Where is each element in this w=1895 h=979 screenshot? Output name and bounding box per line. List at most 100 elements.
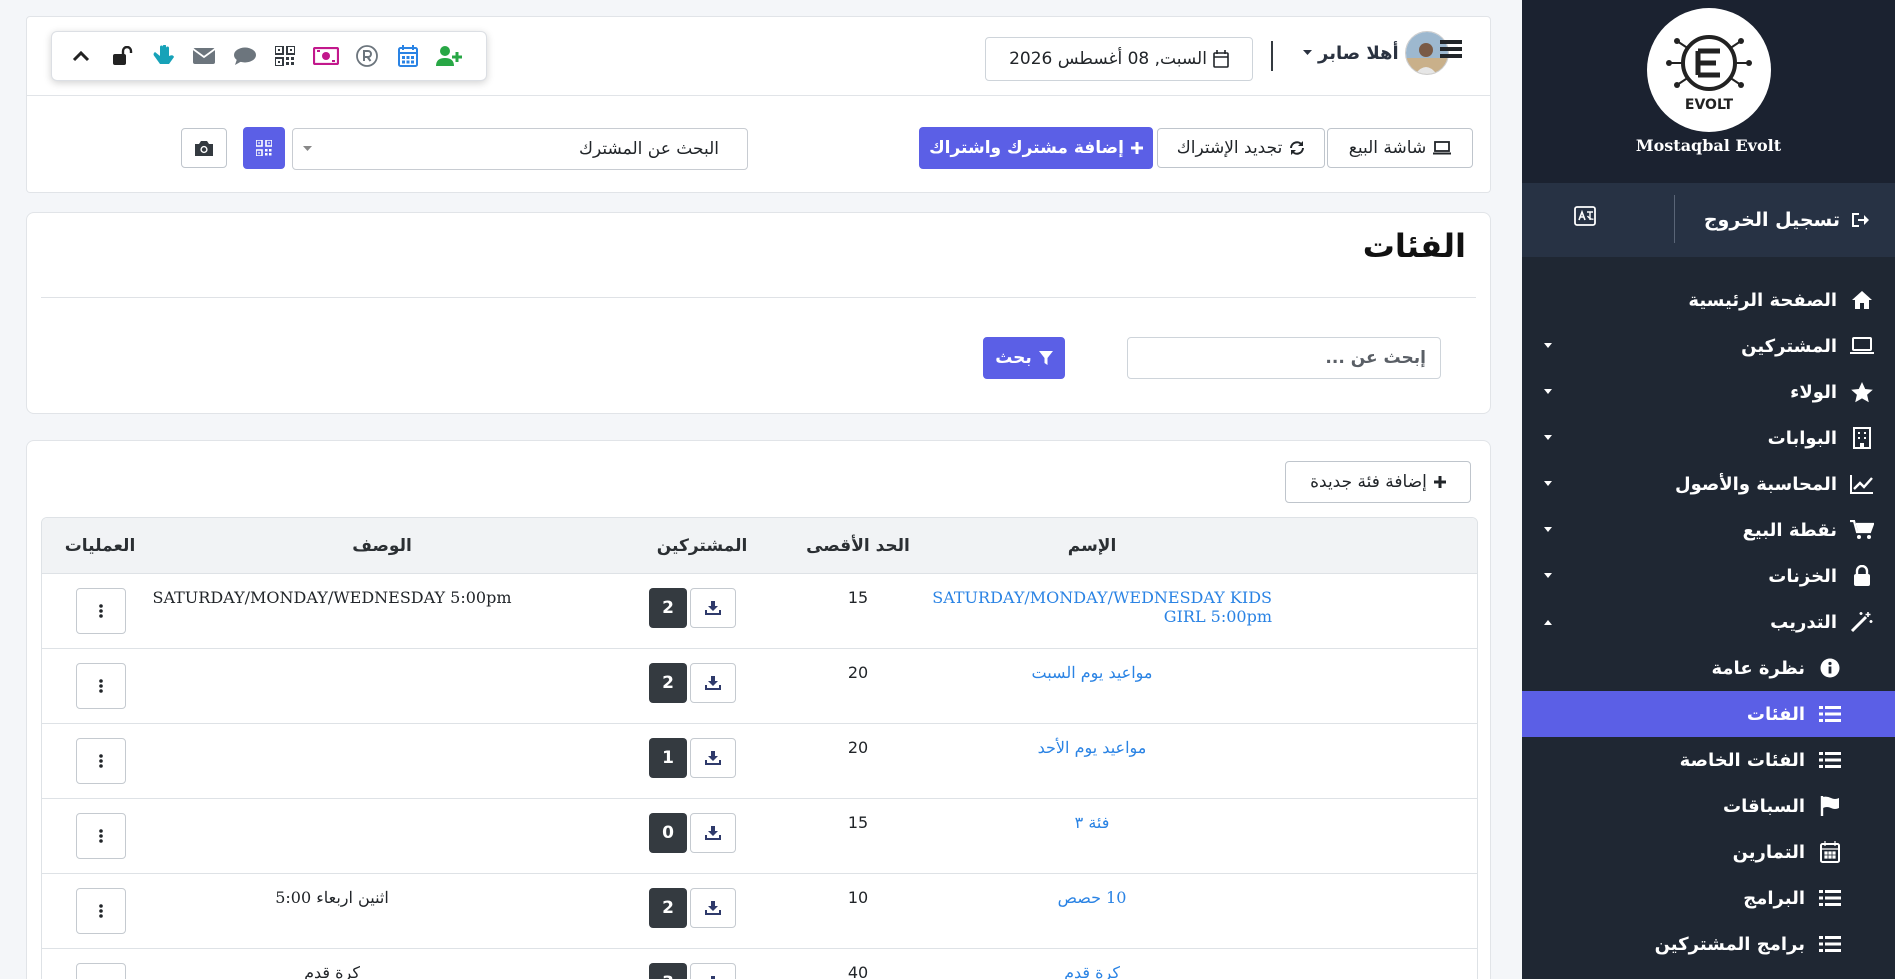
caret-down-icon: [1544, 435, 1552, 441]
category-name-link[interactable]: مواعيد يوم الأحد: [912, 738, 1272, 757]
download-members-button[interactable]: [690, 813, 736, 853]
user-plus-icon[interactable]: [435, 43, 462, 69]
member-search-select[interactable]: البحث عن المشترك: [292, 128, 748, 170]
plus-icon: [1130, 142, 1143, 154]
calendar-icon[interactable]: [395, 43, 421, 69]
pos-screen-label: شاشة البيع: [1348, 138, 1427, 158]
members-count-badge[interactable]: 2: [649, 663, 687, 703]
sidebar-item-member-programs[interactable]: برامج المشتركين: [1522, 921, 1895, 967]
user-menu[interactable]: أهلا صابر: [1303, 31, 1449, 75]
renew-subscription-button[interactable]: تجديد الإشتراك: [1157, 128, 1325, 168]
ellipsis-vertical-icon: [99, 754, 103, 768]
sidebar-item-safes[interactable]: الخزنات: [1522, 553, 1895, 599]
members-count-badge[interactable]: 1: [649, 738, 687, 778]
row-name-text: فئة ٣: [1074, 813, 1110, 832]
sidebar-item-label: نقطة البيع: [1742, 519, 1837, 541]
header-members: المشتركين: [656, 536, 748, 556]
top-navbar: السبت, 08 أغسطس 2026 أهلا صابر: [26, 16, 1491, 96]
category-name-link[interactable]: SATURDAY/MONDAY/WEDNESDAY KIDS GIRL 5:00…: [912, 588, 1272, 626]
table-header: الإسم الحد الأقصى المشتركين الوصف العملي…: [42, 518, 1477, 574]
sidebar-item-training[interactable]: التدريب: [1522, 599, 1895, 645]
logo-text: EVOLT: [1684, 97, 1733, 113]
category-name-link[interactable]: مواعيد يوم السبت: [912, 663, 1272, 682]
categories-table: الإسم الحد الأقصى المشتركين الوصف العملي…: [41, 517, 1478, 979]
row-actions-button[interactable]: [76, 663, 126, 709]
qr-scan-button[interactable]: [243, 127, 285, 169]
members-count-badge[interactable]: 2: [649, 888, 687, 928]
download-members-button[interactable]: [690, 738, 736, 778]
sidebar-item-label: الفئات: [1746, 703, 1805, 725]
sidebar-item-exercises[interactable]: التمارين: [1522, 829, 1895, 875]
language-icon[interactable]: [1572, 203, 1598, 229]
registered-icon[interactable]: [354, 43, 380, 69]
header-name: الإسم: [1067, 536, 1117, 556]
table-row: فئة ٣ 15 0: [42, 799, 1477, 874]
list-icon: [1817, 751, 1843, 769]
header-description: الوصف: [352, 536, 412, 556]
add-member-button[interactable]: إضافة مشترك واشتراك: [919, 127, 1153, 169]
category-name-link[interactable]: كرة قدم: [912, 963, 1272, 979]
download-members-button[interactable]: [690, 588, 736, 628]
ellipsis-vertical-icon: [99, 604, 103, 618]
brand-logo[interactable]: EVOLT: [1646, 8, 1771, 132]
sidebar-item-label: المحاسبة والأصول: [1674, 473, 1837, 495]
logout-button[interactable]: تسجيل الخروج: [1704, 209, 1895, 231]
sidebar-item-private-categories[interactable]: الفئات الخاصة: [1522, 737, 1895, 783]
lock-icon: [1849, 565, 1875, 587]
sidebar-item-members[interactable]: المشتركين: [1522, 323, 1895, 369]
row-description-text: اثنين اربعاء 5:00: [275, 888, 389, 907]
table-row: مواعيد يوم السبت 20 2: [42, 649, 1477, 724]
max-capacity: 20: [778, 663, 938, 682]
members-count-badge[interactable]: 2: [649, 588, 687, 628]
members-count-badge[interactable]: 0: [649, 813, 687, 853]
sidebar-item-label: البرامج: [1743, 887, 1805, 909]
download-members-button[interactable]: [690, 663, 736, 703]
hamburger-menu-icon[interactable]: [1440, 39, 1462, 59]
add-category-button[interactable]: إضافة فئة جديدة: [1285, 461, 1471, 503]
qrcode-icon[interactable]: [272, 43, 298, 69]
row-max-text: 20: [847, 663, 869, 682]
logout-bar: تسجيل الخروج: [1522, 183, 1895, 257]
row-actions-button[interactable]: [76, 963, 126, 979]
envelope-icon[interactable]: [191, 43, 217, 69]
sidebar-item-pos[interactable]: نقطة البيع: [1522, 507, 1895, 553]
members-count-badge[interactable]: 3: [649, 963, 687, 979]
flag-icon: [1817, 796, 1843, 816]
unlock-icon[interactable]: [109, 43, 135, 69]
category-name-link[interactable]: 10 حصص: [912, 888, 1272, 907]
sidebar-item-home[interactable]: الصفحة الرئيسية: [1522, 277, 1895, 323]
money-icon[interactable]: [313, 43, 340, 69]
row-actions-button[interactable]: [76, 588, 126, 634]
search-button[interactable]: بحث: [983, 337, 1065, 379]
download-members-button[interactable]: [690, 963, 736, 979]
sidebar-item-programs[interactable]: البرامج: [1522, 875, 1895, 921]
search-button-label: بحث: [995, 348, 1032, 368]
row-max-text: 15: [847, 588, 869, 607]
sidebar-item-accounting[interactable]: المحاسبة والأصول: [1522, 461, 1895, 507]
hand-icon[interactable]: [150, 43, 176, 69]
category-search-input[interactable]: [1127, 337, 1441, 379]
pos-screen-button[interactable]: شاشة البيع: [1327, 128, 1473, 168]
sidebar-item-categories[interactable]: الفئات: [1522, 691, 1895, 737]
row-count-text: 1: [662, 748, 674, 768]
add-member-label: إضافة مشترك واشتراك: [929, 138, 1124, 158]
sidebar: EVOLT Mostaqbal Evolt تسجيل الخروج الصفح…: [1522, 0, 1895, 979]
sidebar-item-gates[interactable]: البوابات: [1522, 415, 1895, 461]
row-actions-button[interactable]: [76, 738, 126, 784]
list-icon: [1817, 705, 1843, 723]
category-name-link[interactable]: فئة ٣: [912, 813, 1272, 832]
chevron-up-icon[interactable]: [68, 43, 94, 69]
sidebar-item-overview[interactable]: نظرة عامة: [1522, 645, 1895, 691]
sidebar-item-loyalty[interactable]: الولاء: [1522, 369, 1895, 415]
camera-button[interactable]: [181, 128, 227, 168]
date-display[interactable]: السبت, 08 أغسطس 2026: [985, 37, 1253, 81]
sidebar-item-label: التدريب: [1770, 611, 1837, 633]
sidebar-item-races[interactable]: السباقات: [1522, 783, 1895, 829]
comment-icon[interactable]: [232, 43, 258, 69]
sidebar-item-label: المشتركين: [1741, 335, 1837, 357]
category-description: كرة قدم: [152, 963, 512, 979]
download-members-button[interactable]: [690, 888, 736, 928]
building-icon: [1849, 427, 1875, 449]
row-actions-button[interactable]: [76, 888, 126, 934]
row-actions-button[interactable]: [76, 813, 126, 859]
